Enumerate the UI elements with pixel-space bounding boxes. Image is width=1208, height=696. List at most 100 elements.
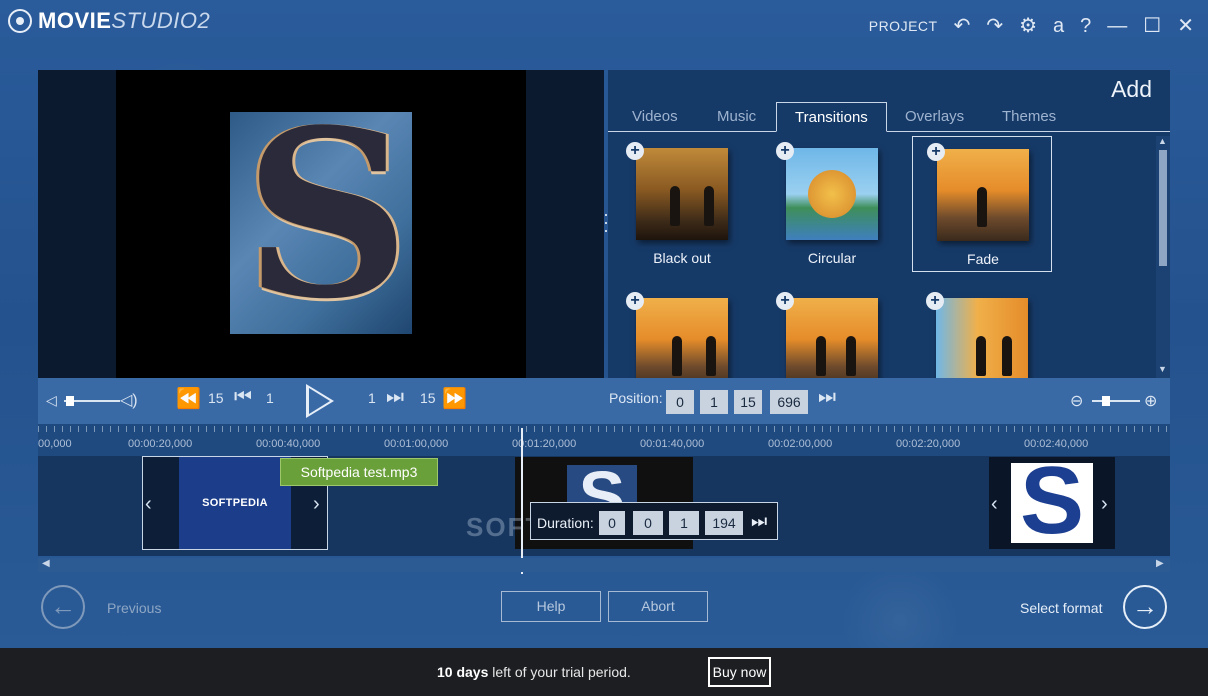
timeline-ruler[interactable]: 00,000 00:00:20,000 00:00:40,000 00:01:0… (38, 424, 1170, 456)
redo-icon[interactable]: ↷ (986, 12, 1003, 40)
preview-letter-art: S (244, 112, 411, 334)
skip-back-icon[interactable]: ⏪ (176, 386, 201, 411)
chevron-left-icon[interactable]: ‹ (145, 493, 152, 516)
add-plus-icon[interactable]: + (776, 292, 794, 310)
transition-item[interactable]: + (612, 286, 752, 378)
surfer-silhouette (977, 187, 987, 227)
add-plus-icon[interactable]: + (776, 142, 794, 160)
duration-minutes[interactable]: 0 (633, 511, 663, 535)
duration-editor: Duration: 0 0 1 194 ⏭ (530, 502, 778, 540)
surfer-silhouette (816, 336, 826, 376)
audio-clip[interactable]: Softpedia test.mp3 (280, 458, 438, 486)
position-minutes[interactable]: 1 (700, 390, 728, 414)
position-label: Position: (609, 390, 663, 406)
tab-videos[interactable]: Videos (632, 108, 678, 125)
tab-transitions[interactable]: Transitions (776, 102, 887, 132)
scroll-up-icon[interactable]: ▲ (1158, 136, 1167, 146)
abort-button[interactable]: Abort (608, 591, 708, 622)
transition-item[interactable]: + (912, 286, 1052, 378)
logo-movie-text: MOVIE (38, 8, 112, 33)
previous-label[interactable]: Previous (107, 600, 161, 616)
skip-back-frames: 15 (208, 390, 224, 406)
scroll-right-icon[interactable]: ▶ (1156, 558, 1164, 569)
step-forward-icon[interactable]: ⏭ (386, 386, 404, 409)
trial-bar: 10 days left of your trial period. Buy n… (0, 648, 1208, 696)
scrollbar-thumb[interactable] (1159, 150, 1167, 266)
surfer-silhouette (706, 336, 716, 376)
preview-frame: S (116, 70, 526, 378)
transport-bar: ◁ ◁) ⏪ 15 ⏮ 1 1 ⏭ 15 ⏩ Position: 0 1 15 … (38, 378, 1170, 424)
transition-label: Fade (967, 251, 999, 267)
zoom-out-icon[interactable]: ⊖ (1070, 391, 1083, 411)
tab-overlays[interactable]: Overlays (905, 108, 964, 125)
help-button[interactable]: Help (501, 591, 601, 622)
transition-item[interactable]: + Fade (912, 136, 1052, 272)
add-plus-icon[interactable]: + (926, 292, 944, 310)
transition-item[interactable]: + (762, 286, 902, 378)
ruler-label: 00:01:00,000 (384, 438, 449, 450)
transition-gallery: + Black out + Circular + Fade + + + (608, 136, 1156, 378)
undo-icon[interactable]: ↶ (954, 12, 971, 40)
app-logo: MOVIE STUDIO2 (8, 8, 210, 34)
video-clip[interactable]: ‹ S › (988, 456, 1116, 550)
position-seconds[interactable]: 15 (734, 390, 762, 414)
position-frames[interactable]: 696 (770, 390, 808, 414)
gear-icon[interactable]: ⚙ (1019, 12, 1037, 40)
transition-thumbnail (786, 298, 878, 378)
playhead[interactable] (521, 428, 523, 574)
previous-arrow-icon[interactable]: ← (41, 585, 85, 629)
chevron-right-icon[interactable]: › (313, 493, 320, 516)
timeline-scrollbar[interactable]: ◀ ▶ (38, 558, 1170, 572)
chevron-right-icon[interactable]: › (1101, 493, 1108, 516)
scroll-left-icon[interactable]: ◀ (42, 558, 50, 569)
trial-suffix: left of your trial period. (488, 664, 631, 680)
maximize-icon[interactable]: ☐ (1143, 12, 1161, 40)
film-reel-icon (8, 9, 32, 33)
zoom-slider[interactable] (1092, 400, 1140, 402)
gallery-scrollbar[interactable]: ▲ ▼ (1156, 136, 1170, 378)
duration-hours[interactable]: 0 (599, 511, 625, 535)
volume-low-icon[interactable]: ◁ (46, 392, 57, 409)
transition-thumbnail (936, 298, 1028, 378)
chevron-left-icon[interactable]: ‹ (991, 493, 998, 516)
ruler-label: 00,000 (38, 438, 72, 450)
add-panel-title: Add (1111, 76, 1152, 102)
volume-slider-knob[interactable] (65, 396, 74, 406)
scroll-down-icon[interactable]: ▼ (1158, 364, 1167, 374)
tab-themes[interactable]: Themes (1002, 108, 1056, 125)
help-icon[interactable]: ? (1080, 12, 1091, 40)
play-icon[interactable] (306, 384, 334, 418)
add-plus-icon[interactable]: + (626, 292, 644, 310)
step-back-icon[interactable]: ⏮ (234, 386, 252, 409)
close-icon[interactable]: ✕ (1177, 12, 1194, 40)
transition-item[interactable]: + Circular (762, 136, 902, 272)
zoom-in-icon[interactable]: ⊕ (1144, 391, 1157, 411)
go-to-end-icon[interactable]: ⏭ (751, 511, 767, 532)
volume-high-icon[interactable]: ◁) (120, 390, 138, 410)
add-plus-icon[interactable]: + (626, 142, 644, 160)
transition-item[interactable]: + Black out (612, 136, 752, 272)
ruler-label: 00:01:40,000 (640, 438, 705, 450)
surfer-silhouette (976, 336, 986, 376)
next-arrow-icon[interactable]: → (1123, 585, 1167, 629)
duration-frames[interactable]: 194 (705, 511, 743, 535)
position-hours[interactable]: 0 (666, 390, 694, 414)
project-menu[interactable]: PROJECT (869, 18, 938, 34)
ruler-label: 00:02:00,000 (768, 438, 833, 450)
trial-message: 10 days left of your trial period. (437, 664, 631, 680)
duration-seconds[interactable]: 1 (669, 511, 699, 535)
go-to-end-icon[interactable]: ⏭ (818, 386, 836, 409)
transition-label: Circular (807, 250, 857, 266)
ruler-label: 00:00:40,000 (256, 438, 321, 450)
buy-now-button[interactable]: Buy now (708, 657, 771, 687)
zoom-slider-knob[interactable] (1102, 396, 1111, 406)
surfer-silhouette (846, 336, 856, 376)
transition-thumbnail (786, 148, 878, 240)
account-icon[interactable]: a (1053, 12, 1064, 40)
tab-music[interactable]: Music (717, 108, 756, 125)
add-plus-icon[interactable]: + (927, 143, 945, 161)
minimize-icon[interactable]: — (1107, 12, 1127, 40)
ruler-label: 00:02:40,000 (1024, 438, 1089, 450)
select-format-label[interactable]: Select format (1020, 600, 1102, 616)
skip-forward-icon[interactable]: ⏩ (442, 386, 467, 411)
